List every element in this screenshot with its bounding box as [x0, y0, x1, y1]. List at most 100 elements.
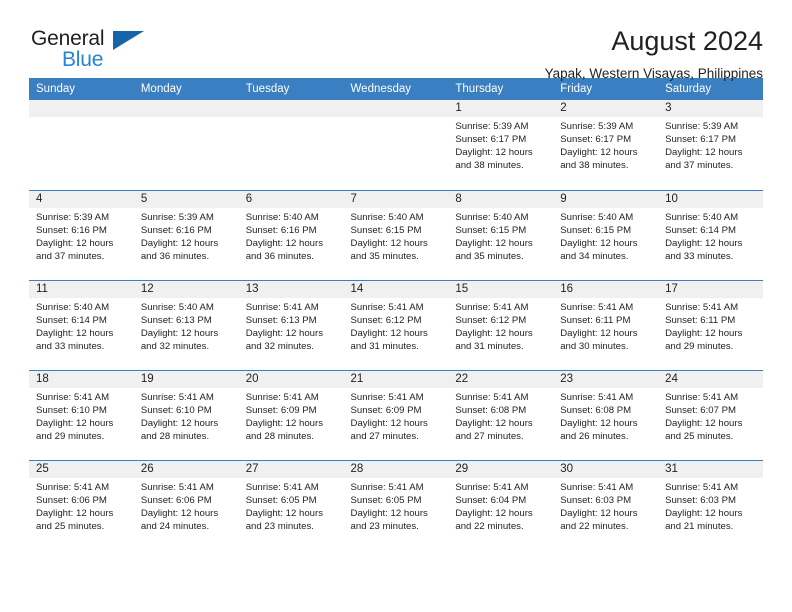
daylight-duration-line1: Daylight: 12 hours [350, 417, 428, 429]
calendar-day-cell[interactable]: 17 Sunrise: 5:41 AM Sunset: 6:11 PM Dayligh… [658, 279, 763, 370]
calendar-day-cell[interactable]: 9 Sunrise: 5:40 AM Sunset: 6:15 PM Daylight… [553, 189, 659, 280]
sunset-time: Sunset: 6:11 PM [560, 314, 631, 326]
daylight-duration-line1: Daylight: 12 hours [140, 507, 219, 519]
logo-text-general: General [31, 27, 105, 50]
daylight-duration-line1: Daylight: 12 hours [455, 507, 533, 519]
day-number: 15 [448, 280, 554, 298]
day-details: Sunrise: 5:41 AM Sunset: 6:11 PM Daylight:… [658, 298, 763, 353]
sunrise-time: Sunrise: 5:39 AM [140, 211, 214, 223]
day-number: 22 [448, 370, 554, 388]
daylight-duration-line2: and 35 minutes. [455, 250, 524, 262]
sunrise-sunset-calendar: Sunday Monday Tuesday Wednesday Thursday… [29, 78, 763, 550]
daylight-duration-line2: and 25 minutes. [665, 430, 734, 442]
day-details: Sunrise: 5:40 AM Sunset: 6:16 PM Daylight:… [239, 208, 344, 263]
day-details: Sunrise: 5:39 AM Sunset: 6:16 PM Daylight:… [29, 208, 134, 263]
calendar-day-cell[interactable]: 23 Sunrise: 5:41 AM Sunset: 6:08 PM Dayligh… [553, 369, 659, 460]
sunset-time: Sunset: 6:09 PM [350, 404, 422, 416]
weekday-header-saturday: Saturday [658, 78, 763, 100]
calendar-day-cell-empty [343, 100, 449, 190]
page-title: August 2024 [611, 26, 763, 56]
sunrise-time: Sunrise: 5:40 AM [350, 211, 424, 223]
calendar-day-cell[interactable]: 13 Sunrise: 5:41 AM Sunset: 6:13 PM Dayligh… [238, 279, 344, 370]
calendar-day-cell[interactable]: 31 Sunrise: 5:41 AM Sunset: 6:03 PM Dayligh… [658, 459, 763, 550]
sunset-time: Sunset: 6:03 PM [665, 494, 736, 506]
day-number: 4 [29, 190, 134, 208]
calendar-day-cell[interactable]: 25 Sunrise: 5:41 AM Sunset: 6:06 PM Dayligh… [29, 459, 134, 550]
day-number: 17 [658, 280, 763, 298]
daylight-duration-line1: Daylight: 12 hours [560, 237, 638, 249]
day-details: Sunrise: 5:41 AM Sunset: 6:12 PM Daylight:… [344, 298, 449, 353]
calendar-day-cell[interactable]: 30 Sunrise: 5:41 AM Sunset: 6:03 PM Dayligh… [553, 459, 659, 550]
day-details: Sunrise: 5:40 AM Sunset: 6:15 PM Daylight:… [448, 208, 553, 263]
day-number: 6 [238, 190, 344, 208]
calendar-day-cell[interactable]: 28 Sunrise: 5:41 AM Sunset: 6:05 PM Dayligh… [343, 459, 449, 550]
sunset-time: Sunset: 6:13 PM [245, 314, 317, 326]
day-details: Sunrise: 5:41 AM Sunset: 6:06 PM Daylight:… [134, 478, 239, 533]
general-blue-logo[interactable]: General Blue [29, 27, 169, 83]
daylight-duration-line1: Daylight: 12 hours [665, 327, 743, 339]
sunset-time: Sunset: 6:03 PM [560, 494, 632, 506]
daylight-duration-line1: Daylight: 12 hours [560, 507, 638, 519]
calendar-day-cell[interactable]: 18 Sunrise: 5:41 AM Sunset: 6:10 PM Dayligh… [29, 369, 134, 460]
daylight-duration-line1: Daylight: 12 hours [665, 147, 743, 159]
sunrise-time: Sunrise: 5:41 AM [665, 391, 739, 403]
calendar-week-row: 11 Sunrise: 5:40 AM Sunset: 6:14 PM Dayligh… [29, 279, 763, 370]
calendar-day-cell[interactable]: 8 Sunrise: 5:40 AM Sunset: 6:15 PM Daylight… [448, 189, 554, 280]
sunset-time: Sunset: 6:16 PM [245, 224, 317, 236]
calendar-day-cell[interactable]: 12 Sunrise: 5:40 AM Sunset: 6:13 PM Dayligh… [133, 279, 239, 370]
sunrise-time: Sunrise: 5:40 AM [455, 211, 529, 223]
calendar-day-cell[interactable]: 29 Sunrise: 5:41 AM Sunset: 6:04 PM Dayligh… [448, 459, 554, 550]
calendar-day-cell[interactable]: 2 Sunrise: 5:39 AM Sunset: 6:17 PM Daylight… [553, 100, 659, 190]
daylight-duration-line1: Daylight: 12 hours [245, 507, 324, 519]
calendar-day-cell[interactable]: 3 Sunrise: 5:39 AM Sunset: 6:17 PM Daylight… [658, 100, 763, 190]
daylight-duration-line1: Daylight: 12 hours [665, 507, 743, 519]
sunset-time: Sunset: 6:11 PM [665, 314, 736, 326]
calendar-day-cell[interactable]: 10 Sunrise: 5:40 AM Sunset: 6:14 PM Dayligh… [658, 189, 763, 280]
calendar-day-cell[interactable]: 1 Sunrise: 5:39 AM Sunset: 6:17 PM Daylight… [448, 100, 554, 190]
sunrise-time: Sunrise: 5:40 AM [140, 301, 214, 313]
day-details: Sunrise: 5:41 AM Sunset: 6:08 PM Daylight:… [448, 388, 553, 443]
calendar-day-cell[interactable]: 5 Sunrise: 5:39 AM Sunset: 6:16 PM Daylight… [133, 189, 239, 280]
daylight-duration-line1: Daylight: 12 hours [140, 417, 219, 429]
sunset-time: Sunset: 6:15 PM [350, 224, 422, 236]
calendar-day-cell[interactable]: 6 Sunrise: 5:40 AM Sunset: 6:16 PM Daylight… [238, 189, 344, 280]
sunset-time: Sunset: 6:15 PM [455, 224, 527, 236]
calendar-day-cell[interactable]: 16 Sunrise: 5:41 AM Sunset: 6:11 PM Dayligh… [553, 279, 659, 370]
sunrise-time: Sunrise: 5:41 AM [560, 391, 634, 403]
calendar-day-cell[interactable]: 20 Sunrise: 5:41 AM Sunset: 6:09 PM Dayligh… [238, 369, 344, 460]
day-number: 30 [553, 460, 659, 478]
day-number: 29 [448, 460, 554, 478]
daylight-duration-line2: and 31 minutes. [350, 340, 419, 352]
daylight-duration-line1: Daylight: 12 hours [350, 237, 428, 249]
sunset-time: Sunset: 6:12 PM [455, 314, 527, 326]
calendar-day-cell[interactable]: 11 Sunrise: 5:40 AM Sunset: 6:14 PM Dayligh… [29, 279, 134, 370]
day-details: Sunrise: 5:41 AM Sunset: 6:04 PM Daylight:… [448, 478, 553, 533]
daylight-duration-line2: and 34 minutes. [560, 250, 629, 262]
day-number: 12 [133, 280, 239, 298]
calendar-day-cell[interactable]: 22 Sunrise: 5:41 AM Sunset: 6:08 PM Dayligh… [448, 369, 554, 460]
sunset-time: Sunset: 6:10 PM [36, 404, 107, 416]
daylight-duration-line2: and 26 minutes. [560, 430, 629, 442]
daylight-duration-line1: Daylight: 12 hours [455, 237, 533, 249]
calendar-day-cell[interactable]: 26 Sunrise: 5:41 AM Sunset: 6:06 PM Dayligh… [133, 459, 239, 550]
sunrise-time: Sunrise: 5:41 AM [36, 391, 110, 403]
sunset-time: Sunset: 6:06 PM [36, 494, 107, 506]
calendar-day-cell[interactable]: 27 Sunrise: 5:41 AM Sunset: 6:05 PM Dayligh… [238, 459, 344, 550]
sunset-time: Sunset: 6:08 PM [560, 404, 632, 416]
sunrise-time: Sunrise: 5:41 AM [350, 481, 424, 493]
daylight-duration-line1: Daylight: 12 hours [140, 327, 219, 339]
calendar-day-cell[interactable]: 24 Sunrise: 5:41 AM Sunset: 6:07 PM Dayligh… [658, 369, 763, 460]
calendar-day-cell[interactable]: 14 Sunrise: 5:41 AM Sunset: 6:12 PM Dayligh… [343, 279, 449, 370]
day-number [29, 100, 134, 117]
calendar-week-row: 4 Sunrise: 5:39 AM Sunset: 6:16 PM Daylight… [29, 189, 763, 280]
day-number: 31 [658, 460, 763, 478]
calendar-day-cell[interactable]: 19 Sunrise: 5:41 AM Sunset: 6:10 PM Dayligh… [133, 369, 239, 460]
calendar-day-cell[interactable]: 4 Sunrise: 5:39 AM Sunset: 6:16 PM Daylight… [29, 189, 134, 280]
calendar-day-cell[interactable]: 21 Sunrise: 5:41 AM Sunset: 6:09 PM Dayligh… [343, 369, 449, 460]
calendar-day-cell[interactable]: 15 Sunrise: 5:41 AM Sunset: 6:12 PM Dayligh… [448, 279, 554, 370]
daylight-duration-line2: and 27 minutes. [455, 430, 524, 442]
day-number: 23 [553, 370, 659, 388]
calendar-day-cell[interactable]: 7 Sunrise: 5:40 AM Sunset: 6:15 PM Daylight… [343, 189, 449, 280]
daylight-duration-line2: and 29 minutes. [665, 340, 734, 352]
sunset-time: Sunset: 6:14 PM [36, 314, 107, 326]
